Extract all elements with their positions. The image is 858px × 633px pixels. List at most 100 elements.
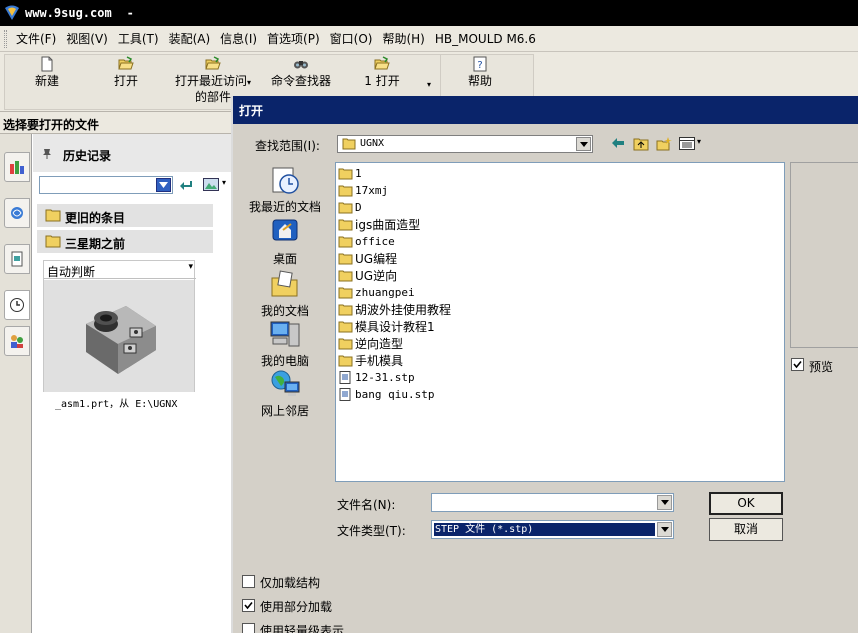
menu-info[interactable]: 信息(I) bbox=[215, 30, 262, 47]
lightweight-checkbox[interactable] bbox=[242, 623, 255, 633]
filetype-select[interactable]: STEP 文件 (*.stp) bbox=[431, 520, 674, 539]
folder-icon bbox=[338, 270, 353, 281]
resource-tab-web[interactable] bbox=[4, 198, 30, 228]
history-group-three-weeks-label: 三星期之前 bbox=[65, 237, 126, 251]
step-file-icon bbox=[339, 370, 351, 384]
history-group-three-weeks[interactable]: 三星期之前 bbox=[37, 230, 213, 254]
filetype-dropdown[interactable] bbox=[657, 522, 672, 537]
file-list-item[interactable]: D bbox=[338, 199, 362, 215]
file-list-item-name: zhuangpei bbox=[355, 285, 415, 299]
assembly-navigator-icon bbox=[10, 161, 24, 174]
place-desktop-label: 桌面 bbox=[272, 252, 297, 266]
preview-checkbox[interactable] bbox=[791, 358, 804, 371]
file-list-item[interactable]: 模具设计教程1 bbox=[338, 318, 435, 334]
place-my-computer[interactable]: 我的电脑 bbox=[245, 318, 325, 369]
new-folder-icon[interactable] bbox=[656, 137, 672, 151]
file-list-item[interactable]: UG编程 bbox=[338, 250, 397, 266]
file-list-item[interactable]: 12-31.stp bbox=[338, 369, 415, 385]
image-view-icon[interactable] bbox=[203, 178, 219, 191]
file-list-item[interactable]: 逆向造型 bbox=[338, 335, 403, 351]
history-file-name[interactable]: _asm1.prt，从 E:\UGNX bbox=[55, 395, 177, 410]
folder-icon bbox=[338, 287, 353, 298]
history-item-card[interactable]: 自动判断 ▾ bbox=[43, 260, 196, 392]
new-button-label: 新建 bbox=[34, 74, 59, 88]
menu-grip[interactable] bbox=[4, 29, 7, 48]
file-list-item[interactable]: 1 bbox=[338, 165, 362, 181]
filename-dropdown[interactable] bbox=[657, 495, 672, 510]
menu-hb-mould[interactable]: HB_MOULD M6.6 bbox=[430, 32, 541, 46]
part-thumbnail[interactable] bbox=[44, 280, 194, 392]
open-one-label: 1 打开 bbox=[364, 74, 400, 88]
file-list-item[interactable]: 胡波外挂使用教程 bbox=[338, 301, 451, 317]
window-title-suffix: - bbox=[127, 6, 133, 20]
place-network[interactable]: 网上邻居 bbox=[245, 368, 325, 419]
chevron-down-icon[interactable]: ▾ bbox=[247, 78, 251, 87]
file-list-item[interactable]: office bbox=[338, 233, 395, 249]
command-finder-button[interactable]: 命令查找器 bbox=[266, 56, 336, 88]
place-desktop[interactable]: 桌面 bbox=[245, 216, 325, 267]
structure-only-checkbox[interactable] bbox=[242, 575, 255, 588]
place-recent[interactable]: 我最近的文档 bbox=[245, 164, 325, 215]
app-logo-icon bbox=[5, 5, 19, 20]
resource-tab-assembly[interactable] bbox=[4, 152, 30, 182]
file-list-item[interactable]: UG逆向 bbox=[338, 267, 397, 283]
history-title: 历史记录 bbox=[63, 149, 112, 163]
up-folder-icon[interactable] bbox=[633, 137, 649, 151]
back-icon[interactable] bbox=[611, 137, 625, 149]
look-in-dropdown[interactable] bbox=[576, 137, 591, 151]
pin-icon[interactable] bbox=[41, 147, 53, 159]
filename-input[interactable] bbox=[431, 493, 674, 512]
menu-file[interactable]: 文件(F) bbox=[11, 30, 61, 47]
menu-assembly[interactable]: 装配(A) bbox=[164, 30, 216, 47]
view-menu-icon[interactable] bbox=[679, 137, 695, 150]
partial-load-checkbox[interactable] bbox=[242, 599, 255, 612]
open-button[interactable]: 打开 bbox=[106, 56, 146, 88]
file-list-item[interactable]: zhuangpei bbox=[338, 284, 415, 300]
ok-button[interactable]: OK bbox=[709, 492, 783, 515]
partial-load-label: 使用部分加载 bbox=[260, 600, 333, 614]
new-button[interactable]: 新建 bbox=[24, 56, 70, 88]
history-panel: 历史记录 ▾ 更旧的条目 三星期之前 自动判断 ▾ _asm1.prt，从 E:… bbox=[32, 134, 233, 633]
look-in-select[interactable]: UGNX bbox=[337, 135, 593, 153]
resource-tab-history[interactable] bbox=[4, 290, 30, 320]
menu-preferences[interactable]: 首选项(P) bbox=[262, 30, 325, 47]
chevron-down-icon[interactable]: ▾ bbox=[697, 137, 701, 146]
cancel-button[interactable]: 取消 bbox=[709, 518, 783, 541]
desktop-icon bbox=[272, 219, 298, 241]
resource-tab-roles[interactable] bbox=[4, 326, 30, 356]
binoculars-icon bbox=[294, 61, 308, 69]
folder-icon bbox=[338, 355, 353, 366]
menu-help[interactable]: 帮助(H) bbox=[377, 30, 429, 47]
menu-tools[interactable]: 工具(T) bbox=[113, 30, 164, 47]
history-search-dropdown[interactable] bbox=[156, 178, 171, 192]
open-button-label: 打开 bbox=[113, 74, 138, 88]
file-list-item-name: office bbox=[355, 234, 395, 248]
history-search-combo[interactable] bbox=[39, 176, 173, 194]
open-one-button[interactable]: 1 打开 bbox=[360, 56, 404, 88]
history-group-older[interactable]: 更旧的条目 bbox=[37, 204, 213, 228]
menu-window[interactable]: 窗口(O) bbox=[325, 30, 378, 47]
file-list-item[interactable]: bang qiu.stp bbox=[338, 386, 434, 402]
place-my-documents[interactable]: 我的文档 bbox=[245, 268, 325, 319]
file-list-item[interactable]: igs曲面造型 bbox=[338, 216, 420, 232]
part-preview-image bbox=[86, 306, 156, 374]
menu-view[interactable]: 视图(V) bbox=[61, 30, 113, 47]
open-recent-icon bbox=[205, 56, 221, 70]
back-arrow-icon[interactable] bbox=[179, 179, 193, 191]
open-dialog: 打开 查找范围(I): UGNX ▾ 我最近的文档 桌面 我的文档 我的电脑 网… bbox=[231, 96, 858, 633]
view-mode-value: 自动判断 bbox=[47, 265, 96, 279]
dialog-title: 打开 bbox=[233, 96, 858, 124]
file-list-item[interactable]: 手机模具 bbox=[338, 352, 403, 368]
view-mode-select[interactable]: 自动判断 ▾ bbox=[44, 261, 196, 279]
chevron-down-icon bbox=[159, 182, 168, 188]
help-button[interactable]: ? 帮助 bbox=[460, 56, 500, 88]
open-one-dropdown[interactable]: ▾ bbox=[422, 76, 436, 92]
open-folder-icon bbox=[118, 56, 134, 70]
file-list-item[interactable]: 17xmj bbox=[338, 182, 388, 198]
resource-tab-document[interactable] bbox=[4, 244, 30, 274]
chevron-down-icon bbox=[579, 141, 588, 147]
folder-icon bbox=[338, 168, 353, 179]
chevron-down-icon[interactable]: ▾ bbox=[222, 178, 226, 187]
folder-icon bbox=[338, 304, 353, 315]
file-list[interactable]: 1 17xmj Digs曲面造型 office UG编程 UG逆向 zhuangpei 胡波外… bbox=[335, 162, 785, 482]
